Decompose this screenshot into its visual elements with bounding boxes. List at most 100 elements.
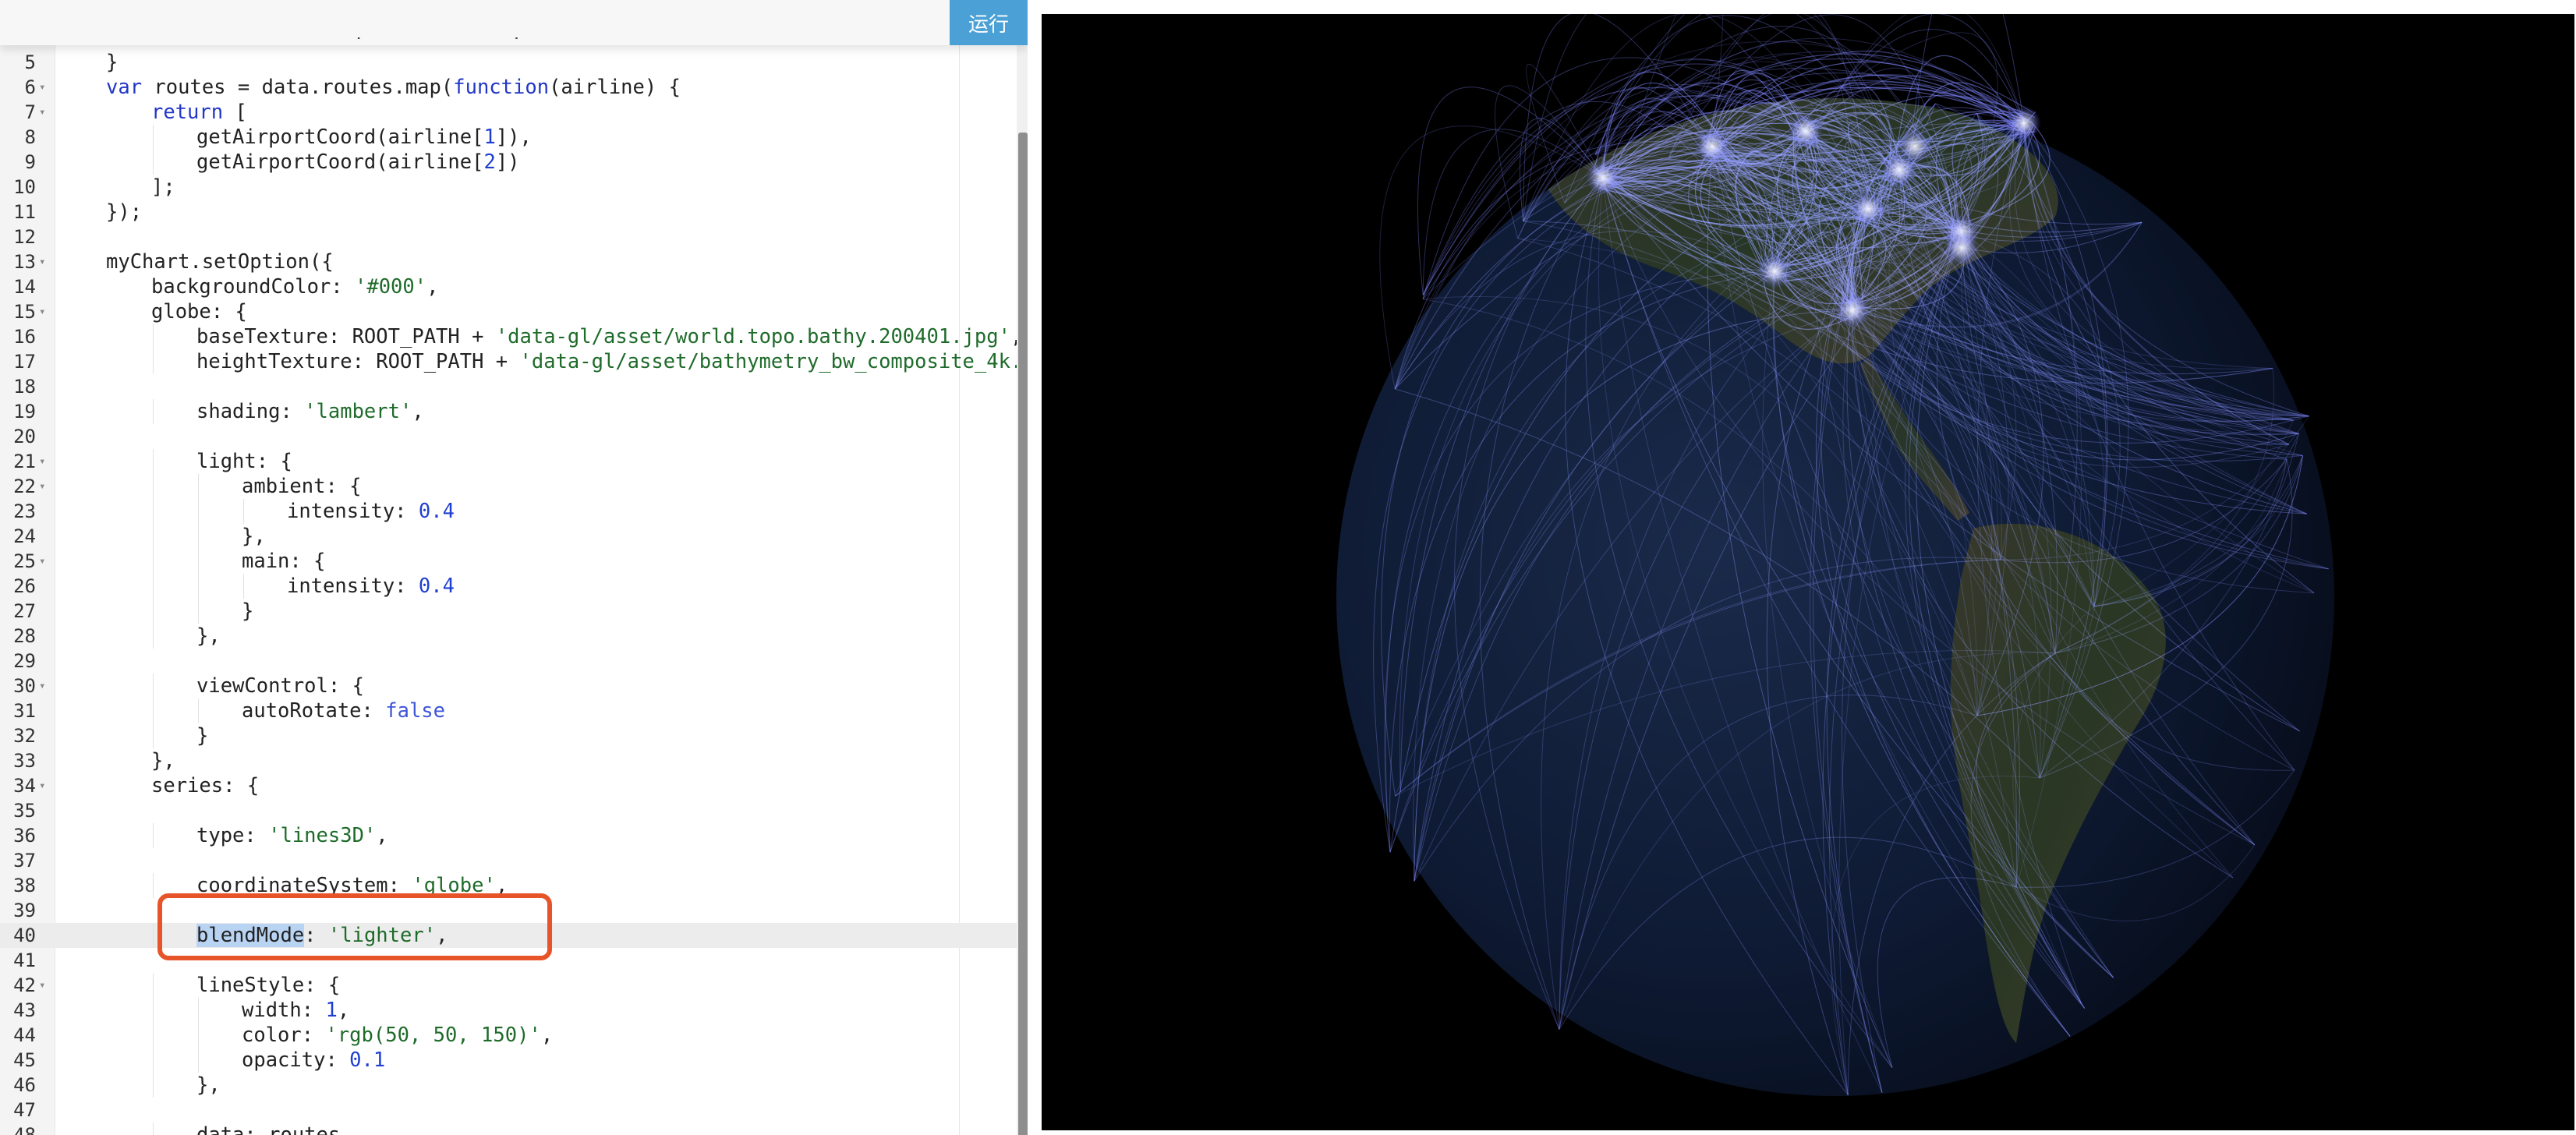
code-line[interactable]: 43 width: 1, — [0, 998, 1017, 1023]
run-button[interactable]: 运行 — [950, 0, 1028, 45]
code-text[interactable]: }, — [196, 624, 221, 649]
code-line[interactable]: 35 — [0, 798, 1017, 823]
code-text[interactable]: return [ — [151, 100, 247, 125]
code-line[interactable]: 11}); — [0, 200, 1017, 225]
code-editor[interactable]: 5} 6 ▾ var routes = data.routes.map(functio… — [0, 0, 1028, 1135]
code-text[interactable]: data: routes — [196, 1123, 340, 1135]
code-line[interactable]: 21 ▾ light: { — [0, 449, 1017, 474]
code-text[interactable]: }, — [196, 1073, 221, 1098]
code-text[interactable]: autoRotate: false — [242, 698, 445, 723]
code-line[interactable]: 5} — [0, 50, 1017, 75]
code-line[interactable]: 45 opacity: 0.1 — [0, 1048, 1017, 1073]
code-text[interactable]: ambient: { — [242, 474, 362, 499]
fold-toggle-icon[interactable]: ▾ — [39, 549, 45, 574]
code-line[interactable]: 19 shading: 'lambert', — [0, 399, 1017, 424]
code-text[interactable]: shading: 'lambert', — [196, 399, 424, 424]
code-line[interactable]: 17 heightTexture: ROOT_PATH + 'data-gl/as… — [0, 349, 1028, 374]
code-text[interactable]: myChart.setOption({ — [106, 249, 334, 274]
code-line[interactable]: 34 ▾ series: { — [0, 773, 1017, 798]
code-line[interactable]: 38 coordinateSystem: 'globe', — [0, 873, 1017, 898]
code-line[interactable]: 7 ▾ return [ — [0, 100, 1017, 125]
code-text[interactable]: } — [242, 599, 253, 624]
code-line[interactable]: 41 — [0, 948, 1017, 973]
code-line[interactable]: 40 blendMode: 'lighter', — [0, 923, 1017, 948]
code-text[interactable]: opacity: 0.1 — [242, 1048, 385, 1073]
code-line[interactable]: 37 — [0, 848, 1017, 873]
fold-toggle-icon[interactable]: ▾ — [39, 75, 45, 100]
code-text[interactable]: }, — [151, 748, 175, 773]
code-text[interactable]: }, — [242, 524, 266, 549]
code-line[interactable]: 39 — [0, 898, 1017, 923]
code-line[interactable]: 18 — [0, 374, 1017, 399]
code-line[interactable]: 6 ▾ var routes = data.routes.map(function(… — [0, 75, 1017, 100]
code-line[interactable]: 9 getAirportCoord(airline[2]) — [0, 150, 1017, 175]
code-line[interactable]: 46}, — [0, 1073, 1017, 1098]
indent-guide — [198, 998, 199, 1023]
code-line[interactable]: 10]; — [0, 175, 1017, 200]
fold-toggle-icon[interactable]: ▾ — [39, 100, 45, 125]
code-text[interactable]: } — [106, 50, 118, 75]
code-text[interactable]: blendMode: 'lighter', — [196, 923, 448, 948]
pane-divider[interactable] — [1028, 0, 1042, 1135]
code-text[interactable]: } — [196, 723, 208, 748]
code-text[interactable]: var routes = data.routes.map(function(ai… — [106, 75, 681, 100]
code-line[interactable]: 29 — [0, 649, 1017, 674]
fold-toggle-icon[interactable]: ▾ — [39, 973, 45, 998]
globe-chart[interactable] — [1042, 14, 2574, 1130]
code-line[interactable]: 14 backgroundColor: '#000', — [0, 274, 1017, 299]
code-text[interactable]: viewControl: { — [196, 674, 364, 698]
code-text[interactable]: lineStyle: { — [196, 973, 340, 998]
code-text[interactable]: }); — [106, 200, 142, 225]
code-text[interactable]: intensity: 0.4 — [287, 574, 455, 599]
code-line[interactable]: 44 color: 'rgb(50, 50, 150)', — [0, 1023, 1017, 1048]
code-line[interactable]: 22 ▾ ambient: { — [0, 474, 1017, 499]
line-number: 27 — [13, 600, 36, 622]
code-text[interactable]: main: { — [242, 549, 325, 574]
code-line[interactable]: 48 data: routes — [0, 1123, 1017, 1135]
code-text[interactable]: width: 1, — [242, 998, 349, 1023]
code-line[interactable]: 33}, — [0, 748, 1017, 773]
code-line[interactable]: 28}, — [0, 624, 1017, 649]
code-text[interactable]: coordinateSystem: 'globe', — [196, 873, 508, 898]
fold-toggle-icon[interactable]: ▾ — [39, 674, 45, 698]
fold-toggle-icon[interactable]: ▾ — [39, 773, 45, 798]
code-text[interactable]: globe: { — [151, 299, 247, 324]
code-line[interactable]: 42 ▾ lineStyle: { — [0, 973, 1017, 998]
code-text[interactable]: getAirportCoord(airline[1]), — [196, 125, 532, 150]
code-line[interactable]: 30 ▾ viewControl: { — [0, 674, 1017, 698]
code-line[interactable]: 31 autoRotate: false — [0, 698, 1017, 723]
code-text[interactable]: light: { — [196, 449, 292, 474]
code-line[interactable]: 24}, — [0, 524, 1017, 549]
code-text[interactable]: type: 'lines3D', — [196, 823, 388, 848]
fold-toggle-icon[interactable]: ▾ — [39, 449, 45, 474]
globe-canvas[interactable] — [1042, 14, 2574, 1130]
indent-guide — [153, 125, 154, 150]
code-text[interactable]: color: 'rgb(50, 50, 150)', — [242, 1023, 553, 1048]
fold-toggle-icon[interactable]: ▾ — [39, 474, 45, 499]
code-line[interactable]: 20 — [0, 424, 1017, 449]
line-number: 26 — [13, 575, 36, 597]
code-lines[interactable]: 5} 6 ▾ var routes = data.routes.map(functio… — [0, 50, 1028, 1135]
code-line[interactable]: 47 — [0, 1098, 1017, 1123]
fold-toggle-icon[interactable]: ▾ — [39, 299, 45, 324]
code-line[interactable]: 15 ▾ globe: { — [0, 299, 1017, 324]
code-text[interactable]: series: { — [151, 773, 259, 798]
code-text[interactable]: backgroundColor: '#000', — [151, 274, 438, 299]
code-line[interactable]: 32} — [0, 723, 1017, 748]
code-line[interactable]: 36 type: 'lines3D', — [0, 823, 1017, 848]
code-text[interactable]: baseTexture: ROOT_PATH + 'data-gl/asset/… — [196, 324, 1022, 349]
code-line[interactable]: 16 baseTexture: ROOT_PATH + 'data-gl/asse… — [0, 324, 1022, 349]
code-text[interactable]: getAirportCoord(airline[2]) — [196, 150, 520, 175]
code-line[interactable]: 25 ▾ main: { — [0, 549, 1017, 574]
fold-toggle-icon[interactable]: ▾ — [39, 249, 45, 274]
editor-scrollbar-thumb[interactable] — [1018, 133, 1028, 1135]
code-line[interactable]: 27} — [0, 599, 1017, 624]
code-line[interactable]: 12 — [0, 225, 1017, 249]
code-text[interactable]: heightTexture: ROOT_PATH + 'data-gl/asse… — [196, 349, 1028, 374]
code-text[interactable]: ]; — [151, 175, 175, 200]
code-line[interactable]: 26 intensity: 0.4 — [0, 574, 1017, 599]
code-line[interactable]: 8 getAirportCoord(airline[1]), — [0, 125, 1017, 150]
code-line[interactable]: 23 intensity: 0.4 — [0, 499, 1017, 524]
code-line[interactable]: 13 ▾ myChart.setOption({ — [0, 249, 1017, 274]
code-text[interactable]: intensity: 0.4 — [287, 499, 455, 524]
